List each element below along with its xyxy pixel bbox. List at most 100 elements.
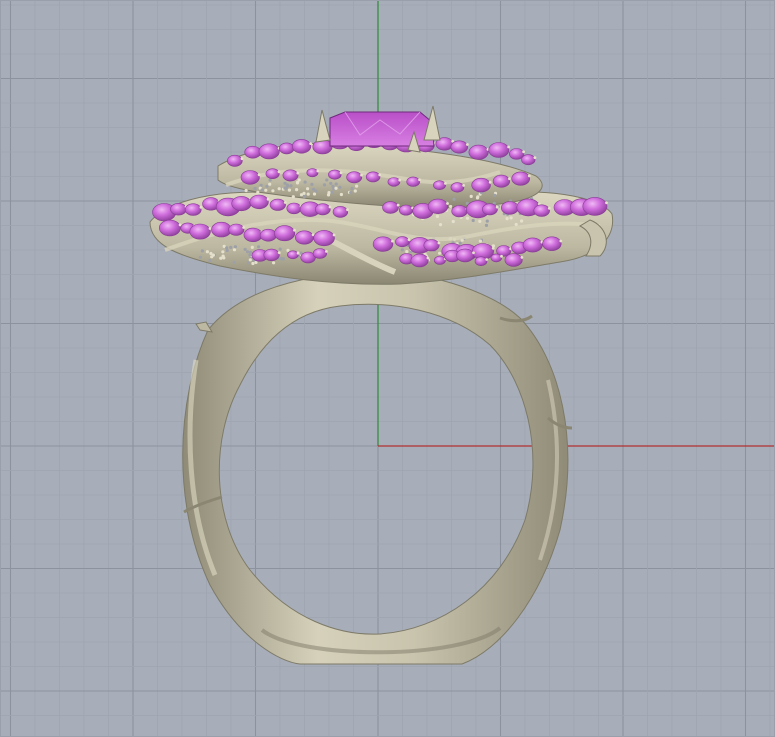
gem-prong (485, 258, 489, 261)
gemstone (249, 194, 269, 210)
openwork-bead (520, 219, 524, 223)
gem-prong (346, 208, 349, 212)
openwork-bead (277, 187, 281, 191)
openwork-bead (469, 194, 473, 198)
openwork-bead (259, 183, 263, 187)
gemstone (423, 239, 440, 252)
openwork-bead (312, 192, 317, 196)
openwork-bead (505, 217, 509, 221)
gem-prong (488, 180, 492, 184)
ring-shank[interactable] (182, 271, 573, 665)
openwork-bead (306, 187, 310, 191)
viewport-canvas[interactable] (0, 0, 775, 737)
gemstone (365, 171, 381, 183)
gemstone (228, 223, 245, 236)
gemstone (372, 236, 394, 252)
gemstone (387, 177, 401, 187)
gemstone (294, 230, 314, 245)
gemstone (474, 256, 488, 267)
openwork-bead (225, 248, 229, 253)
gem-prong (466, 143, 469, 146)
gemstone (287, 250, 299, 260)
construction-grid (0, 0, 775, 737)
openwork-bead (268, 178, 272, 182)
openwork-bead (438, 251, 442, 255)
openwork-bead (485, 219, 489, 223)
gem-prong (391, 239, 394, 243)
openwork-bead (246, 250, 250, 254)
openwork-bead (283, 186, 287, 190)
gemstone (258, 143, 280, 160)
gemstone (274, 225, 296, 242)
openwork-bead (289, 184, 293, 188)
gem-prong (242, 226, 246, 229)
gem-prong (426, 256, 430, 260)
gem-prong (500, 254, 503, 258)
gemstone (231, 196, 252, 212)
openwork-bead (229, 245, 233, 249)
gem-prong (257, 173, 261, 177)
openwork-bead (326, 193, 331, 197)
gemstone (398, 204, 414, 216)
openwork-bead (254, 260, 258, 264)
gemstone (332, 206, 349, 218)
gemstone (263, 248, 280, 261)
gem-prong (407, 238, 411, 242)
gem-prong (472, 251, 475, 255)
gem-prong (462, 184, 465, 187)
gemstone (306, 168, 319, 178)
openwork-bead (251, 261, 255, 266)
gemstone (269, 198, 286, 211)
openwork-bead (221, 250, 225, 254)
gemstone (511, 171, 531, 186)
openwork-bead (256, 190, 260, 194)
gem-prong (293, 228, 296, 232)
gemstone (227, 154, 243, 167)
gemstone (500, 201, 519, 215)
openwork-bead (405, 250, 409, 254)
gemstone (481, 203, 498, 216)
openwork-bead (248, 253, 252, 257)
gem-prong (520, 256, 524, 259)
gemstone (542, 236, 562, 251)
gemstone (240, 170, 260, 185)
gemstone (533, 204, 550, 217)
gemstone (170, 203, 187, 216)
openwork-bead (285, 184, 290, 188)
gemstone (395, 236, 410, 248)
openwork-bead (471, 218, 475, 223)
openwork-bead (244, 188, 248, 193)
center-stone[interactable] (315, 105, 441, 153)
ring-model[interactable] (149, 105, 614, 665)
ring-head[interactable] (149, 105, 614, 285)
gemstone (313, 230, 335, 247)
gemstone (521, 154, 536, 166)
3d-viewport[interactable] (0, 0, 775, 737)
gemstone (312, 248, 328, 259)
gem-prong (296, 251, 300, 255)
gem-prong (522, 150, 525, 154)
gem-prong (283, 201, 287, 204)
openwork-bead (338, 185, 342, 189)
gemstone (243, 227, 263, 242)
gemstone (282, 169, 299, 182)
openwork-bead (322, 183, 327, 187)
gemstone (582, 197, 608, 216)
gem-prong (178, 223, 182, 227)
gem-prong (491, 246, 495, 250)
openwork-bead (246, 261, 251, 265)
openwork-bead (476, 195, 480, 199)
gem-prong (316, 169, 320, 173)
gemstone (259, 228, 277, 242)
gemstone (433, 180, 446, 190)
gem-prong (446, 202, 449, 205)
openwork-bead (200, 249, 204, 253)
openwork-bead (334, 182, 338, 186)
gemstone (471, 177, 491, 193)
gem-prong (444, 182, 447, 185)
openwork-bead (272, 261, 276, 265)
openwork-bead (286, 248, 290, 252)
openwork-bead (260, 188, 264, 192)
gem-prong (277, 170, 281, 174)
openwork-bead (302, 195, 306, 199)
